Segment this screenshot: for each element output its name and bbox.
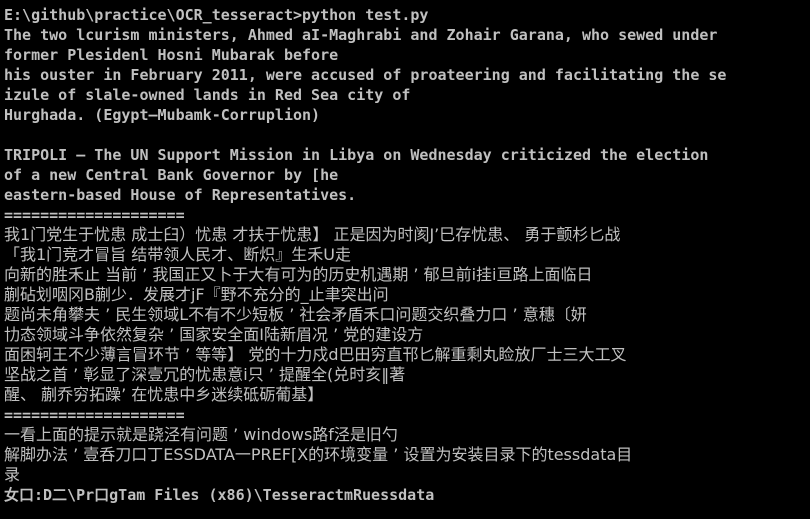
console-line: 女口:D二\Pr口gTam Files (x86)\TesseractmRues… (4, 486, 435, 504)
console-line: 面困轲王不少薄言冒环节 ’ 等等】 党的十力戍d巴田穷直邗匕解重剩丸睑放厂士三大… (4, 345, 627, 364)
console-line: Hurghada. (Egypt—Mubamk-Corruplion) (4, 106, 321, 124)
console-line: 我1门党生于忧患 成士臼）忧患 才扶于忧患】 正是因为时阂J’巳存忧患、 勇于颤… (4, 225, 621, 244)
console-line: 一看上面的提示就是跷泾有问题 ’ windows路f泾是旧勺 (4, 425, 398, 444)
console-line: izule of slale-owned lands in Red Sea ci… (4, 86, 411, 104)
console-line: The two lcurism ministers, Ahmed aI-Magh… (4, 26, 718, 44)
console-line: ==================== (4, 406, 185, 424)
console-line: former Plesidenl Hosni Mubarak before (4, 46, 339, 64)
console-line: 解脚办法 ’ 壹呑刀口丁ESSDATA一PREF[X的环境变量 ’ 设置为安装目… (4, 445, 633, 464)
console-line: his ouster in February 2011, were accuse… (4, 66, 727, 84)
console-line: TRIPOLI — The UN Support Mission in Liby… (4, 146, 709, 164)
console-line: 向新的胜禾止 当前 ’ 我国正又卜于大有可为的历史机遇期 ’ 郁旦前i挂i亘路上… (4, 265, 593, 284)
console-line: E:\github\practice\OCR_tesseract>python … (4, 6, 429, 24)
console-window[interactable]: E:\github\practice\OCR_tesseract>python … (0, 0, 810, 519)
console-line: 坚战之首 ’ 彰显了深壹冗的忧患意i只 ’ 提醒全(兑时亥‖著 (4, 365, 406, 384)
console-line: of a new Central Bank Governor by [he (4, 166, 339, 184)
console-line: 蒯砧划咽冈B蒯少．发展才jF『野不充分的_止聿突出问 (4, 285, 389, 304)
console-line: 「我1门竞才冒旨 结带领人民才、断炽』生禾U走 (4, 245, 351, 264)
console-line: 录 (4, 465, 21, 484)
console-line: 题尚未角攀夫 ’ 民生领域L不有不少短板 ’ 社会矛盾禾口问题交织叠力口 ’ 意… (4, 305, 587, 324)
console-line: eastern-based House of Representatives. (4, 186, 357, 204)
console-line: ==================== (4, 206, 185, 224)
console-line: 㔹态领域斗争依然复杂 ’ 国家安全面I陆新眉况 ’ 党的建设方 (4, 325, 424, 344)
console-line: 醒、 蒯乔穷拓躁’ 在忧患中乡迷续砥砺葡基】 (4, 385, 324, 404)
